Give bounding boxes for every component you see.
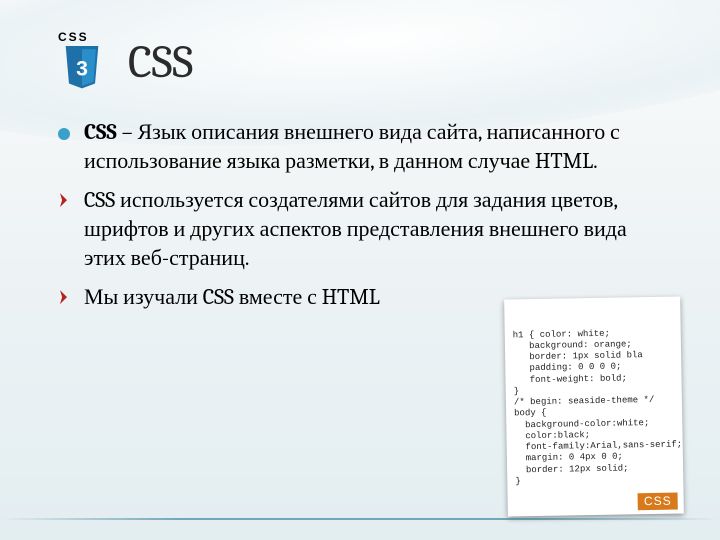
code-sample-text: h1 { color: white; background: orange; b… [513,327,678,487]
title-row: CSS 3 CSS [58,30,672,94]
bullet-text: CSS используется создателями сайтов для … [84,187,627,271]
css3-logo: CSS 3 [58,30,114,94]
bullet-text: – Язык описания внешнего вида сайта, нап… [84,119,620,174]
css3-logo-label: CSS [58,30,114,44]
bullet-item: CSS используется создателями сайтов для … [48,186,672,273]
content-body: CSS – Язык описания внешнего вида сайта,… [48,118,672,312]
slide-title: CSS [128,36,193,89]
css3-shield-icon: 3 [58,46,106,90]
bullet-item: CSS – Язык описания внешнего вида сайта,… [48,118,672,176]
footer-divider [0,518,720,520]
code-sample-card: h1 { color: white; background: orange; b… [504,296,684,516]
code-language-tag: CSS [638,492,678,510]
css3-logo-num: 3 [76,57,88,80]
bullet-lead: CSS [84,119,117,145]
bullet-text: Мы изучали CSS вместе с HTML [84,284,380,310]
